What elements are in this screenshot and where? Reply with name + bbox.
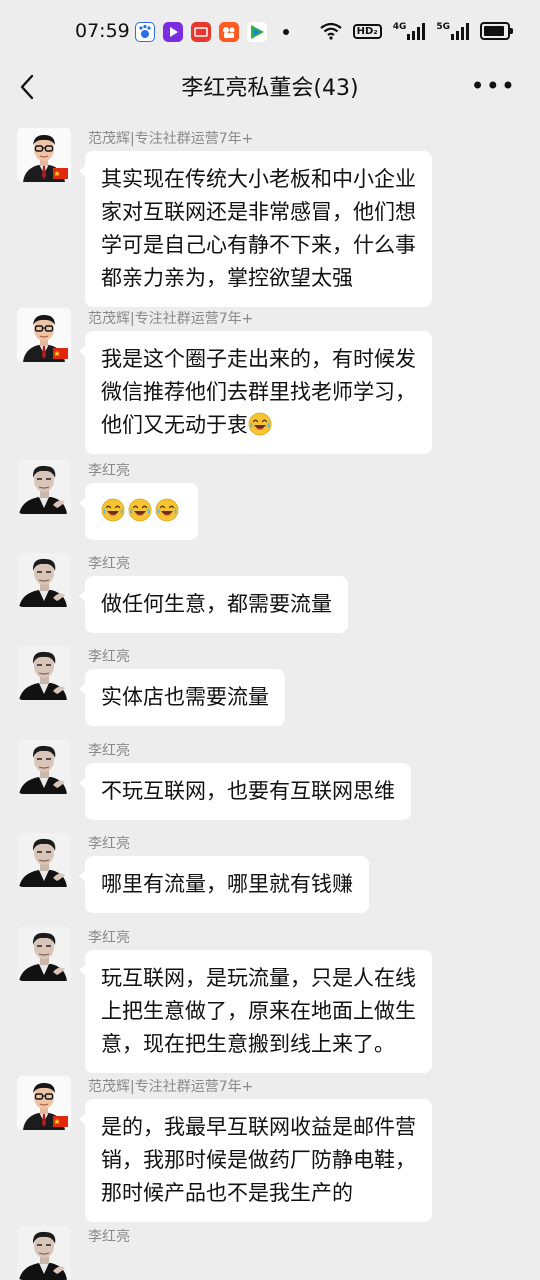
notification-icons: [135, 22, 289, 42]
message-line: 销，我那时候是做药厂防静电鞋，: [101, 1148, 416, 1172]
laughing-crying-emoji: [101, 499, 128, 523]
sender-name: 李红亮: [88, 743, 130, 759]
sender-avatar[interactable]: [17, 128, 71, 182]
status-time: 07:59: [75, 20, 130, 42]
message-line: 学可是自己心有静不下来，什么事: [101, 233, 416, 257]
laughing-crying-emoji: [128, 499, 155, 523]
message-line: 家对互联网还是非常感冒，他们想: [101, 200, 416, 224]
laughing-crying-emoji: [155, 499, 182, 523]
sender-avatar[interactable]: [17, 927, 71, 981]
message-bubble[interactable]: 实体店也需要流量: [79, 669, 285, 726]
sender-name: 李红亮: [88, 649, 130, 665]
sender-avatar[interactable]: [17, 553, 71, 607]
emoji-row: [101, 495, 182, 528]
battery-icon: [480, 22, 513, 40]
sender-name: 李红亮: [88, 556, 130, 572]
message-line: 意，现在把生意搬到线上来了。: [101, 1032, 395, 1056]
signal-4g-label: 4G: [392, 22, 407, 32]
message-bubble[interactable]: 其实现在传统大小老板和中小企业 家对互联网还是非常感冒，他们想 学可是自己心有静不下…: [79, 151, 432, 307]
signal-5g-label: 5G: [436, 22, 450, 32]
message-bubble[interactable]: 玩互联网，是玩流量，只是人在线 上把生意做了，原来在地面上做生 意，现在把生意搬到线…: [79, 950, 432, 1073]
signal-5g-icon: 5G: [436, 22, 469, 40]
wifi-icon: [319, 22, 342, 40]
chat-header: 李红亮私董会(43) •••: [0, 62, 540, 112]
message-line: 都亲力亲为，掌控欲望太强: [101, 266, 353, 290]
sender-avatar[interactable]: [17, 460, 71, 514]
message-bubble[interactable]: 我是这个圈子走出来的，有时候发 微信推荐他们去群里找老师学习， 他们又无动于衷: [79, 331, 432, 454]
chat-title: 李红亮私董会(43): [181, 76, 359, 101]
message-line: 其实现在传统大小老板和中小企业: [101, 167, 416, 191]
status-bar: 07:59 HD₂ 4G 5G: [0, 0, 540, 62]
sender-name: 范茂辉|专注社群运营7年+: [88, 131, 254, 147]
message-line: 他们又无动于衷: [101, 409, 416, 442]
message-line: 我是这个圈子走出来的，有时候发: [101, 347, 416, 371]
sender-name: 范茂辉|专注社群运营7年+: [88, 311, 254, 327]
laughing-crying-emoji: [248, 413, 275, 437]
video-app-icon: [163, 22, 183, 42]
system-icons: HD₂ 4G 5G: [319, 22, 513, 40]
message-line: 是的，我最早互联网收益是邮件营: [101, 1115, 416, 1139]
message-line: 玩互联网，是玩流量，只是人在线: [101, 966, 416, 990]
news-app-icon: [191, 22, 211, 42]
sender-name: 李红亮: [88, 930, 130, 946]
sender-name: 李红亮: [88, 836, 130, 852]
tencent-video-icon: [247, 22, 267, 42]
kuaishou-app-icon: [219, 22, 239, 42]
more-notifications-dot: [283, 29, 289, 35]
message-line: 做任何生意，都需要流量: [101, 592, 332, 616]
sender-avatar[interactable]: [17, 1076, 71, 1130]
sender-name: 李红亮: [88, 463, 130, 479]
sender-avatar[interactable]: [17, 833, 71, 887]
message-bubble[interactable]: 是的，我最早互联网收益是邮件营 销，我那时候是做药厂防静电鞋， 那时候产品也不是我生…: [79, 1099, 432, 1222]
message-line: 微信推荐他们去群里找老师学习，: [101, 380, 416, 404]
signal-4g-icon: 4G: [393, 22, 426, 40]
message-line: 上把生意做了，原来在地面上做生: [101, 999, 416, 1023]
sender-avatar[interactable]: [17, 646, 71, 700]
sender-name: 范茂辉|专注社群运营7年+: [88, 1079, 254, 1095]
message-bubble[interactable]: 做任何生意，都需要流量: [79, 576, 348, 633]
hd-icon: HD₂: [352, 23, 382, 39]
message-line: 哪里有流量，哪里就有钱赚: [101, 872, 353, 896]
sender-avatar[interactable]: [17, 740, 71, 794]
message-bubble[interactable]: [79, 483, 198, 540]
message-line: 那时候产品也不是我生产的: [101, 1181, 353, 1205]
message-line: 不玩互联网，也要有互联网思维: [101, 779, 395, 803]
message-bubble[interactable]: 不玩互联网，也要有互联网思维: [79, 763, 411, 820]
more-options-icon[interactable]: •••: [471, 72, 516, 100]
message-bubble[interactable]: 哪里有流量，哪里就有钱赚: [79, 856, 369, 913]
sender-name: 李红亮: [88, 1229, 130, 1245]
baidu-app-icon: [135, 22, 155, 42]
sender-avatar[interactable]: [17, 1226, 71, 1280]
sender-avatar[interactable]: [17, 308, 71, 362]
message-line: 实体店也需要流量: [101, 685, 269, 709]
